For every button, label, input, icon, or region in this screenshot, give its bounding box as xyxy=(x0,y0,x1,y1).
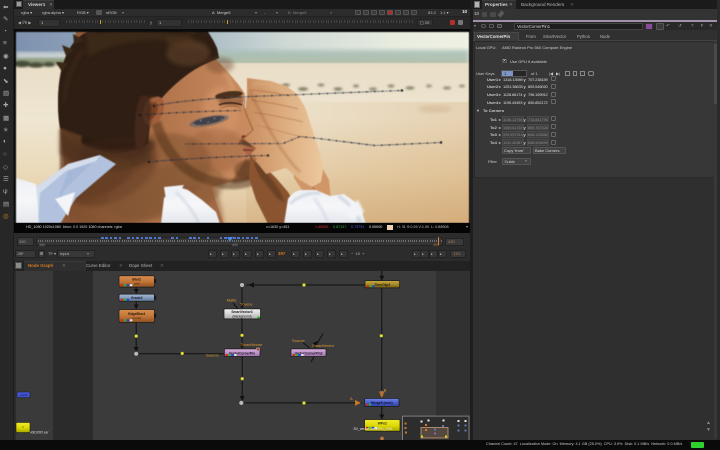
svg-text:Source: Source xyxy=(206,352,219,357)
svg-text:Source: Source xyxy=(292,337,305,342)
svg-text:(Background): (Background) xyxy=(232,314,251,318)
svg-text:Source: Source xyxy=(240,301,253,306)
svg-text:B: B xyxy=(384,387,387,392)
svg-text:SV_vectorCornerPin_v001: SV_vectorCornerPin_v001 xyxy=(353,426,392,430)
svg-text:v001/097.exr: v001/097.exr xyxy=(30,430,49,434)
svg-text:WPo2: WPo2 xyxy=(378,421,387,425)
svg-text:A: A xyxy=(350,395,353,400)
svg-text:Grade2: Grade2 xyxy=(131,296,143,300)
svg-text:Matte: Matte xyxy=(227,297,238,302)
svg-text:Merge5 (over): Merge5 (over) xyxy=(371,400,393,404)
svg-text:SmartVector: SmartVector xyxy=(312,343,335,348)
svg-text:(none): (none) xyxy=(132,316,141,320)
svg-text:over5: over5 xyxy=(20,393,28,397)
svg-text:SmartVector: SmartVector xyxy=(240,342,263,347)
svg-text:(ref): (ref) xyxy=(134,281,140,285)
svg-text:TimeClip3: TimeClip3 xyxy=(374,282,390,286)
